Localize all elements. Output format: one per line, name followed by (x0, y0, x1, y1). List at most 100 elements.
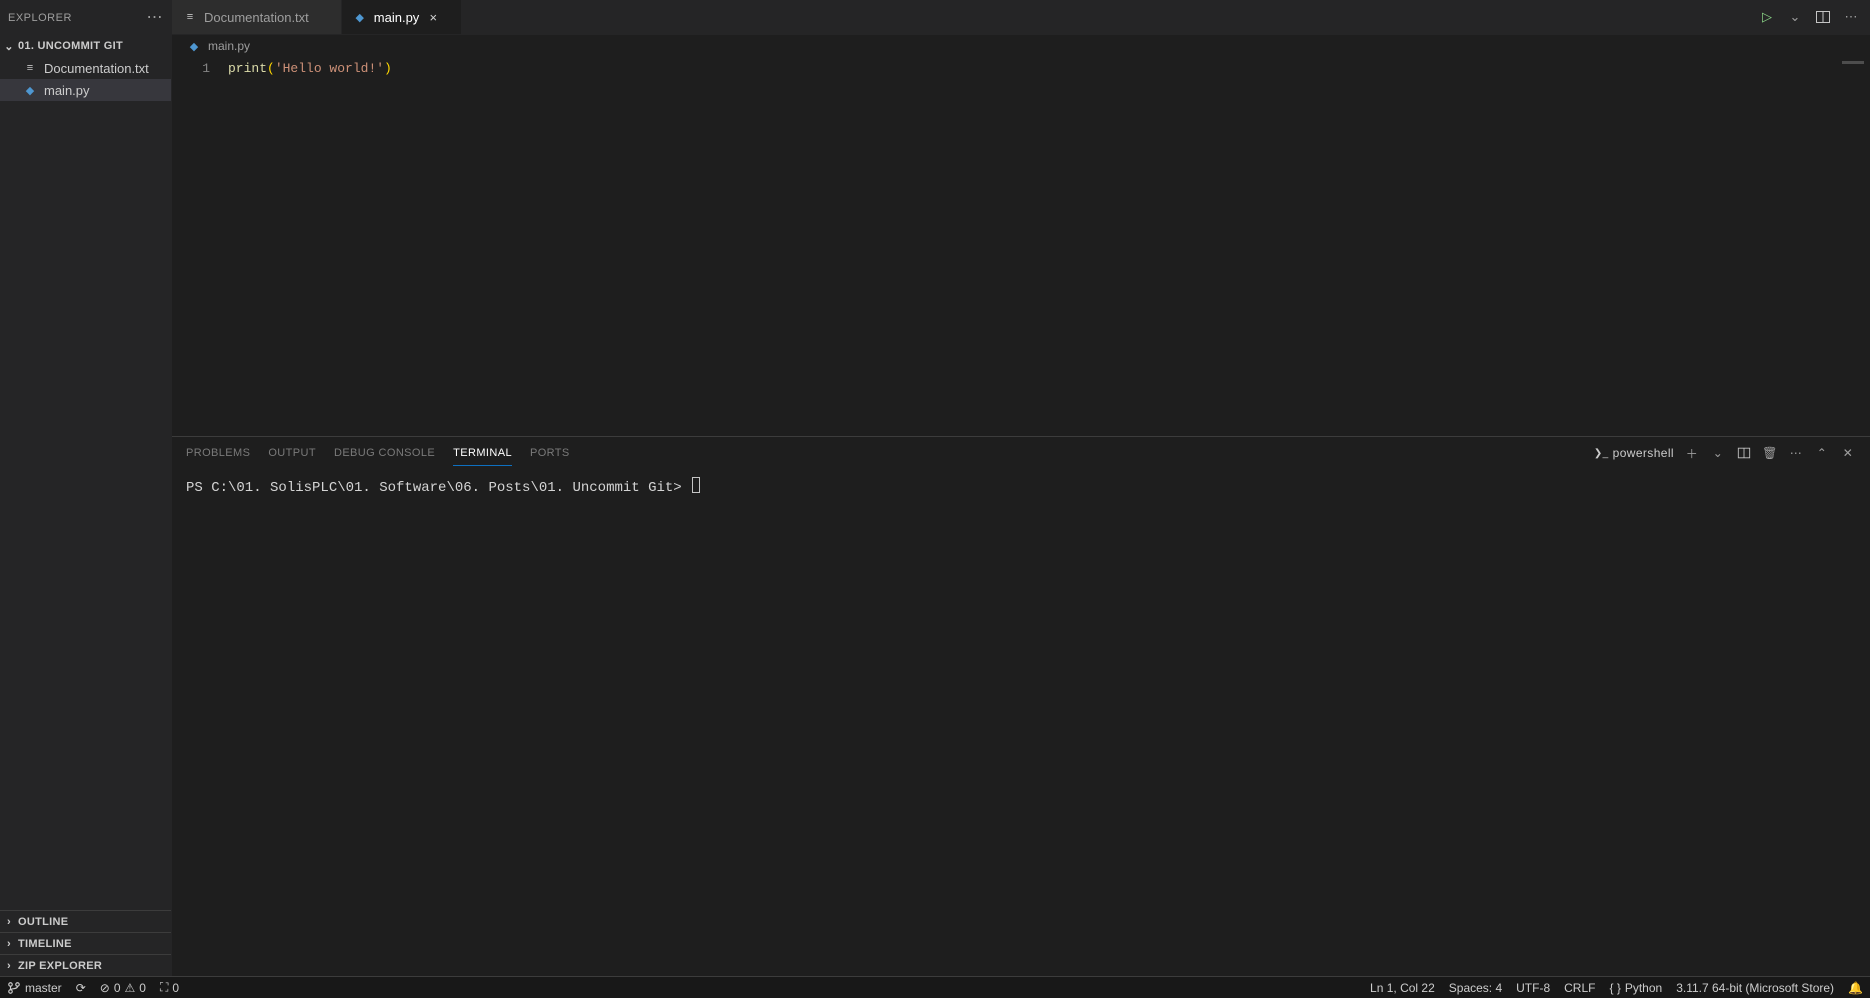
chevron-right-icon: › (4, 916, 14, 928)
section-outline[interactable]: › OUTLINE (0, 910, 171, 932)
status-branch[interactable]: master (0, 981, 69, 995)
run-chevron-icon[interactable]: ⌄ (1786, 8, 1804, 26)
eol-label: CRLF (1564, 981, 1595, 995)
file-documentation[interactable]: ≡ Documentation.txt (0, 57, 171, 79)
breadcrumbs[interactable]: ◆ main.py (172, 35, 1870, 57)
panel-tab-output[interactable]: OUTPUT (268, 441, 316, 465)
panel-tab-problems[interactable]: PROBLEMS (186, 441, 250, 465)
folder-header[interactable]: ⌄ 01. UNCOMMIT GIT (0, 35, 171, 57)
panel-tab-debug-console[interactable]: DEBUG CONSOLE (334, 441, 435, 465)
status-encoding[interactable]: UTF-8 (1509, 981, 1557, 995)
token-function: print (228, 61, 267, 76)
editor-more-icon[interactable]: ⋯ (1842, 8, 1860, 26)
bell-icon: 🔔 (1848, 981, 1863, 995)
terminal-prompt: PS C:\01. SolisPLC\01. Software\06. Post… (186, 480, 690, 496)
tab-bar-actions: ▷ ⌄ ⋯ (1748, 0, 1870, 34)
kill-terminal-icon[interactable]: 🗑 (1762, 445, 1778, 461)
split-editor-icon[interactable] (1814, 8, 1832, 26)
error-count: 0 (114, 981, 121, 995)
encoding-label: UTF-8 (1516, 981, 1550, 995)
close-icon[interactable]: × (425, 10, 441, 25)
file-text-icon: ≡ (22, 60, 38, 76)
folder-name: 01. UNCOMMIT GIT (18, 40, 123, 52)
section-label: TIMELINE (18, 938, 72, 950)
breadcrumb-label: main.py (208, 39, 250, 53)
tab-label: Documentation.txt (204, 10, 309, 25)
branch-icon (7, 981, 21, 995)
file-main-py[interactable]: ◆ main.py (0, 79, 171, 101)
status-right: Ln 1, Col 22 Spaces: 4 UTF-8 CRLF { } Py… (1363, 981, 1870, 995)
ports-count: 0 (172, 981, 179, 995)
section-timeline[interactable]: › TIMELINE (0, 932, 171, 954)
bottom-panel: PROBLEMS OUTPUT DEBUG CONSOLE TERMINAL P… (172, 436, 1870, 976)
explorer-sidebar: EXPLORER ⋯ ⌄ 01. UNCOMMIT GIT ≡ Document… (0, 0, 172, 976)
error-icon: ⊘ (100, 981, 110, 995)
code-content[interactable]: print('Hello world!') (228, 57, 1774, 436)
token-string: 'Hello world!' (275, 61, 384, 76)
line-gutter: 1 (172, 57, 228, 436)
status-bar: master ⟳ ⊘ 0 ⚠ 0 ⛶ 0 Ln 1, Col 22 Spaces… (0, 976, 1870, 998)
line-number: 1 (172, 59, 210, 78)
close-panel-icon[interactable]: ✕ (1840, 445, 1856, 461)
sync-icon: ⟳ (76, 981, 86, 995)
language-label: Python (1625, 981, 1662, 995)
section-zip-explorer[interactable]: › ZIP EXPLORER (0, 954, 171, 976)
terminal-chevron-icon[interactable]: ⌄ (1710, 445, 1726, 461)
status-notifications[interactable]: 🔔 (1841, 981, 1870, 995)
token-paren-open: ( (267, 61, 275, 76)
new-terminal-icon[interactable]: ＋ (1684, 445, 1700, 461)
status-sync[interactable]: ⟳ (69, 981, 93, 995)
section-label: OUTLINE (18, 916, 68, 928)
file-python-icon: ◆ (186, 38, 202, 54)
split-terminal-icon[interactable] (1736, 445, 1752, 461)
language-braces-icon: { } (1609, 981, 1620, 995)
file-tree: ≡ Documentation.txt ◆ main.py (0, 57, 171, 910)
status-cursor[interactable]: Ln 1, Col 22 (1363, 981, 1442, 995)
cursor-label: Ln 1, Col 22 (1370, 981, 1435, 995)
tab-documentation[interactable]: ≡ Documentation.txt × (172, 0, 342, 34)
code-editor[interactable]: 1 print('Hello world!') (172, 57, 1870, 436)
status-eol[interactable]: CRLF (1557, 981, 1602, 995)
branch-label: master (25, 981, 62, 995)
editor-group: ≡ Documentation.txt × ◆ main.py × ▷ ⌄ ⋯ … (172, 0, 1870, 976)
status-interpreter[interactable]: 3.11.7 64-bit (Microsoft Store) (1669, 981, 1841, 995)
status-ports-forwarded[interactable]: ⛶ 0 (153, 980, 186, 995)
spaces-label: Spaces: 4 (1449, 981, 1502, 995)
status-language[interactable]: { } Python (1602, 981, 1669, 995)
panel-tab-ports[interactable]: PORTS (530, 441, 570, 465)
tab-label: main.py (374, 10, 420, 25)
panel-tab-bar: PROBLEMS OUTPUT DEBUG CONSOLE TERMINAL P… (172, 437, 1870, 469)
panel-more-icon[interactable]: ⋯ (1788, 445, 1804, 461)
run-icon[interactable]: ▷ (1758, 8, 1776, 26)
chevron-down-icon: ⌄ (4, 40, 14, 53)
section-label: ZIP EXPLORER (18, 960, 102, 972)
warning-count: 0 (139, 981, 146, 995)
file-text-icon: ≡ (182, 9, 198, 25)
tab-bar: ≡ Documentation.txt × ◆ main.py × ▷ ⌄ ⋯ (172, 0, 1870, 35)
status-left: master ⟳ ⊘ 0 ⚠ 0 ⛶ 0 (0, 980, 186, 995)
minimap[interactable] (1774, 57, 1870, 436)
minimap-content (1842, 61, 1864, 64)
explorer-title-bar: EXPLORER ⋯ (0, 0, 171, 35)
token-paren-close: ) (384, 61, 392, 76)
file-label: Documentation.txt (44, 61, 149, 76)
workbench: EXPLORER ⋯ ⌄ 01. UNCOMMIT GIT ≡ Document… (0, 0, 1870, 976)
sidebar-collapsed-sections: › OUTLINE › TIMELINE › ZIP EXPLORER (0, 910, 171, 976)
status-problems[interactable]: ⊘ 0 ⚠ 0 (93, 981, 153, 995)
explorer-title: EXPLORER (8, 12, 72, 24)
status-spaces[interactable]: Spaces: 4 (1442, 981, 1509, 995)
panel-actions: ❯_ powershell ＋ ⌄ 🗑 ⋯ ⌃ ✕ (1594, 445, 1856, 461)
terminal-profile-label: powershell (1613, 446, 1674, 460)
file-python-icon: ◆ (352, 9, 368, 25)
terminal-profile[interactable]: ❯_ powershell (1594, 446, 1674, 460)
interpreter-label: 3.11.7 64-bit (Microsoft Store) (1676, 981, 1834, 995)
terminal-body[interactable]: PS C:\01. SolisPLC\01. Software\06. Post… (172, 469, 1870, 976)
chevron-right-icon: › (4, 938, 14, 950)
terminal-cursor (692, 477, 700, 493)
panel-tab-terminal[interactable]: TERMINAL (453, 441, 512, 466)
file-python-icon: ◆ (22, 82, 38, 98)
radio-icon: ⛶ (160, 980, 168, 995)
tab-main-py[interactable]: ◆ main.py × (342, 0, 462, 34)
warning-icon: ⚠ (125, 981, 136, 995)
maximize-panel-icon[interactable]: ⌃ (1814, 445, 1830, 461)
